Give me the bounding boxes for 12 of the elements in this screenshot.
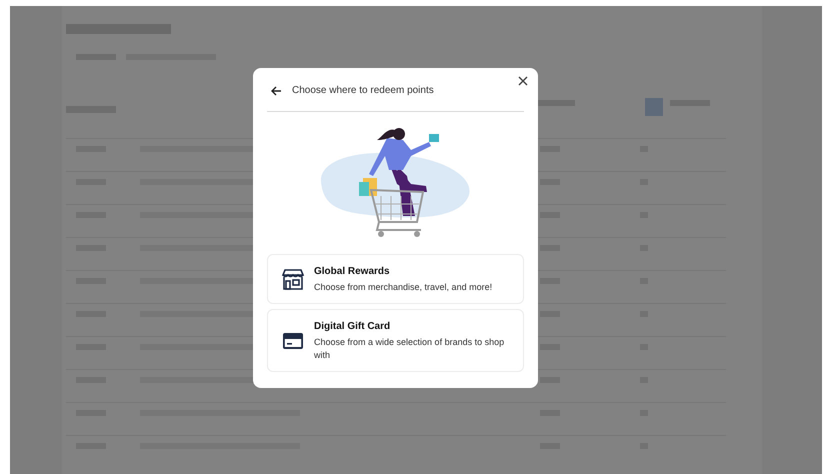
option-description: Choose from a wide selection of brands to shop with [314, 336, 506, 362]
option-title: Global Rewards [314, 265, 391, 279]
credit-card-icon [283, 332, 303, 348]
dialog-title: Choose where to redeem points [292, 84, 434, 98]
redeem-option-card[interactable]: Global Rewards Choose from merchandise, travel, and more! [267, 254, 524, 304]
back-arrow-icon [270, 86, 282, 96]
option-description: Choose from merchandise, travel, and more! [314, 281, 492, 294]
storefront-icon [281, 268, 305, 290]
redeem-option-card[interactable]: Digital Gift Card Choose from a wide selection of brands to shop with [267, 309, 524, 372]
option-title: Digital Gift Card [314, 320, 392, 334]
close-icon [518, 76, 528, 86]
close-button[interactable] [516, 74, 530, 88]
